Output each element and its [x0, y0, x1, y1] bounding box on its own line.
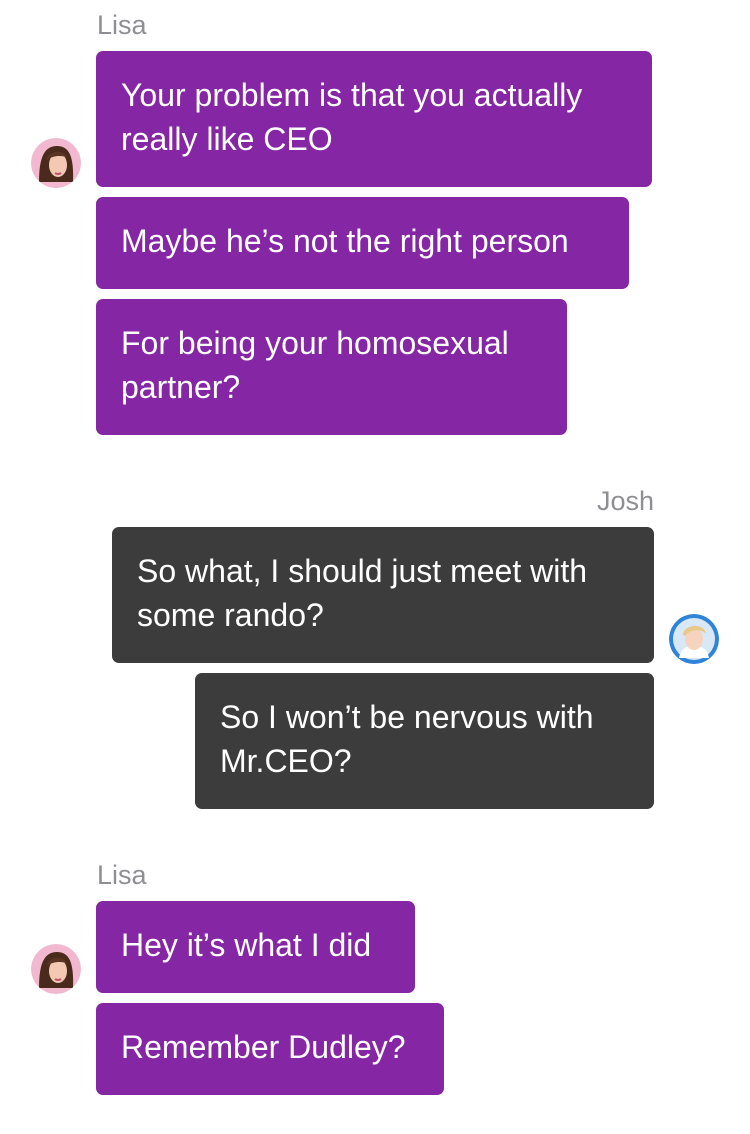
message-line: Your problem is that you actually — [121, 77, 583, 113]
sender-name-josh: Josh — [596, 486, 654, 516]
message-line: So I won’t be nervous with — [220, 699, 594, 735]
message-line: partner? — [121, 369, 241, 405]
message-bubble[interactable]: So I won’t be nervous with Mr.CEO? — [195, 673, 654, 809]
message-bubble[interactable]: Remember Dudley? — [96, 1003, 444, 1095]
message-bubble[interactable]: So what, I should just meet with some ra… — [112, 527, 654, 663]
lisa-avatar-icon[interactable] — [31, 138, 81, 188]
josh-avatar-icon[interactable] — [669, 614, 719, 664]
message-line: So what, I should just meet with — [137, 553, 587, 589]
message-bubble[interactable]: For being your homosexual partner? — [96, 299, 567, 435]
message-bubble[interactable]: Your problem is that you actually really… — [96, 51, 652, 187]
message-line: Remember Dudley? — [121, 1029, 406, 1065]
message-bubble[interactable]: Hey it’s what I did — [96, 901, 415, 993]
message-line: Maybe he’s not the right person — [121, 223, 569, 259]
sender-name-lisa: Lisa — [97, 860, 147, 890]
message-line: Hey it’s what I did — [121, 927, 372, 963]
message-line: Mr.CEO? — [220, 743, 352, 779]
lisa-avatar-icon[interactable] — [31, 944, 81, 994]
message-line: For being your homosexual — [121, 325, 509, 361]
message-bubble[interactable]: Maybe he’s not the right person — [96, 197, 629, 289]
sender-name-lisa: Lisa — [97, 10, 147, 40]
message-line: really like CEO — [121, 121, 333, 157]
message-line: some rando? — [137, 597, 324, 633]
